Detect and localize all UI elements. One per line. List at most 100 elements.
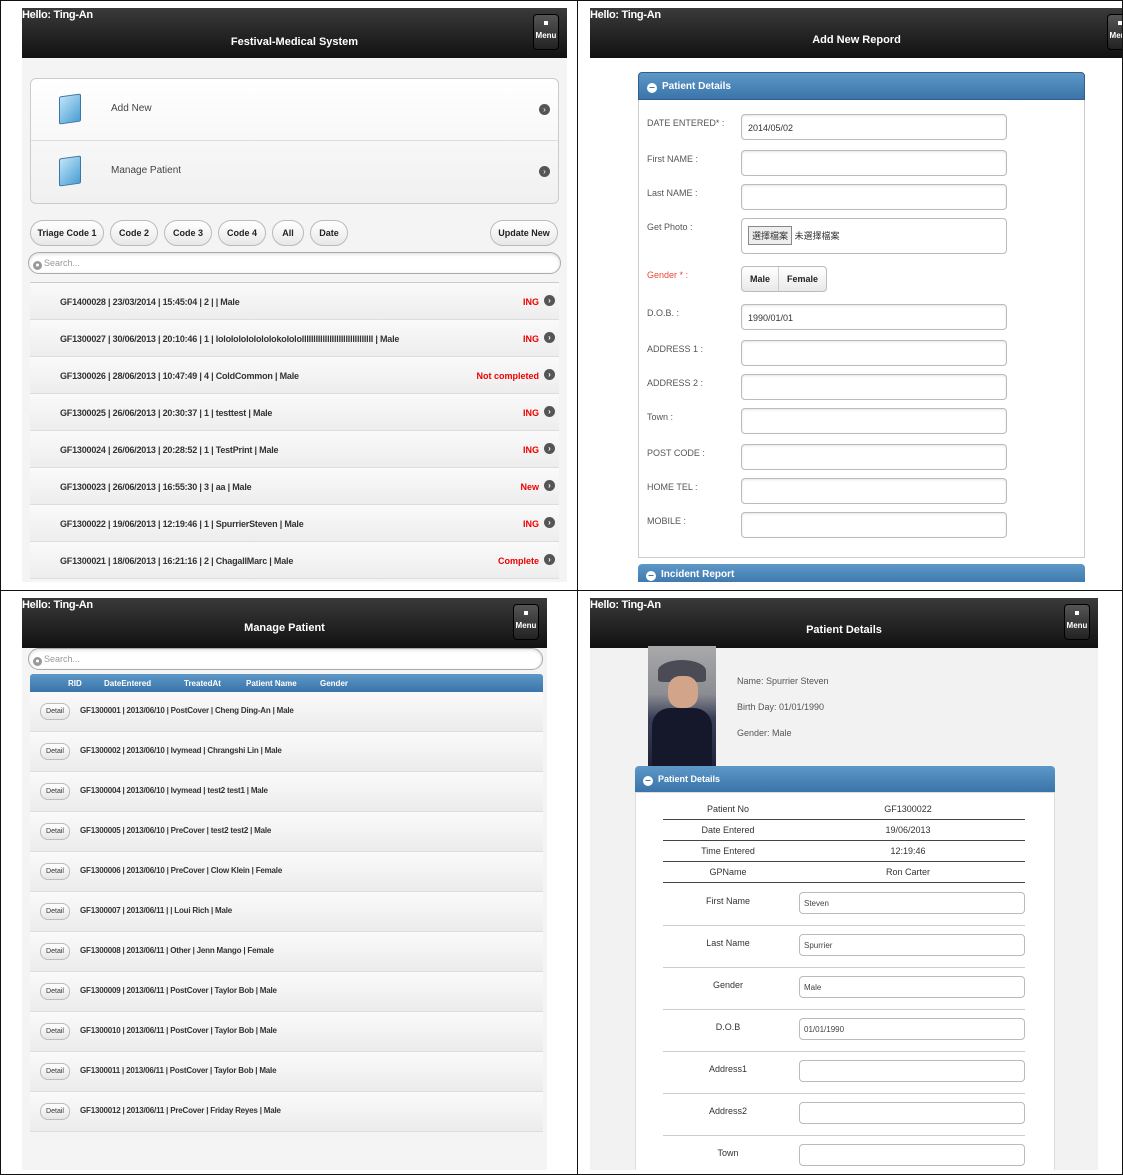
- list-item[interactable]: GF1300021 | 18/06/2013 | 16:21:16 | 2 | …: [30, 542, 559, 579]
- status-badge: Not completed: [476, 371, 539, 381]
- search-input[interactable]: ● Search...: [28, 252, 561, 274]
- nav-item-manage-patient[interactable]: Manage Patient ›: [31, 141, 558, 203]
- photo-shirt: [652, 708, 712, 766]
- detail-button[interactable]: Detail: [40, 943, 70, 960]
- list-item[interactable]: GF1300027 | 30/06/2013 | 20:10:46 | 1 | …: [30, 320, 559, 357]
- first-name-field[interactable]: [741, 150, 1007, 176]
- post-code-label: POST CODE :: [647, 448, 705, 458]
- filter-triage-code-1[interactable]: Triage Code 1: [30, 220, 104, 246]
- update-new-button[interactable]: Update New: [490, 220, 558, 246]
- list-item[interactable]: GF1400028 | 23/03/2014 | 15:45:04 | 2 | …: [30, 283, 559, 320]
- status-badge: ING: [522, 408, 539, 418]
- column-header: TreatedAt: [184, 679, 221, 688]
- table-row: Detail GF1300012 | 2013/06/11 | PreCover …: [30, 1092, 543, 1132]
- detail-row-time-entered: Time Entered 12:19:46: [663, 841, 1025, 862]
- list-item[interactable]: GF1300022 | 19/06/2013 | 12:19:46 | 1 | …: [30, 505, 559, 542]
- row-text: GF1300008 | 2013/06/11 | Other | Jenn Ma…: [80, 946, 274, 955]
- search-placeholder: Search...: [44, 654, 81, 664]
- town-field[interactable]: [799, 1144, 1025, 1166]
- address2-field[interactable]: [799, 1102, 1025, 1124]
- detail-button[interactable]: Detail: [40, 783, 70, 800]
- list-item[interactable]: GF1300025 | 26/06/2013 | 20:30:37 | 1 | …: [30, 394, 559, 431]
- row-text: GF1300025 | 26/06/2013 | 20:30:37 | 1 | …: [60, 408, 273, 418]
- field-row-gender: Gender Male: [663, 968, 1025, 1010]
- mobile-row: MOBILE :: [639, 512, 1084, 538]
- menu-button[interactable]: Menu: [1064, 604, 1090, 640]
- photo-file-input[interactable]: 選擇檔案 未選擇檔案: [741, 218, 1007, 254]
- filter-all[interactable]: All: [272, 220, 304, 246]
- gender-field[interactable]: Male: [799, 976, 1025, 998]
- address2-row: ADDRESS 2 :: [639, 374, 1084, 400]
- field-label: D.O.B: [715, 1022, 741, 1032]
- detail-button[interactable]: Detail: [40, 903, 70, 920]
- menu-icon: [1118, 21, 1122, 25]
- list-item[interactable]: GF1300026 | 28/06/2013 | 10:47:49 | 4 | …: [30, 357, 559, 394]
- row-text: GF1300027 | 30/06/2013 | 20:10:46 | 1 | …: [60, 334, 400, 344]
- filter-code-3[interactable]: Code 3: [164, 220, 212, 246]
- field-label: Address1: [708, 1064, 748, 1074]
- section-header[interactable]: – Patient Details: [638, 72, 1085, 100]
- filter-date[interactable]: Date: [310, 220, 348, 246]
- gender-male-option[interactable]: Male: [742, 267, 780, 291]
- nav-item-add-new[interactable]: Add New ›: [31, 79, 558, 141]
- menu-button[interactable]: Menu: [533, 14, 559, 50]
- row-text: GF1300011 | 2013/06/11 | PostCover | Tay…: [80, 1066, 277, 1075]
- field-row-address2: Address2: [663, 1094, 1025, 1136]
- list-item[interactable]: GF1300023 | 26/06/2013 | 16:55:30 | 3 | …: [30, 468, 559, 505]
- app-header: Hello: Ting-An Manage Patient Menu: [22, 598, 547, 648]
- app-header: Hello: Ting-An Patient Details Menu: [590, 598, 1098, 648]
- detail-button[interactable]: Detail: [40, 1023, 70, 1040]
- table-row: Detail GF1300006 | 2013/06/10 | PreCover …: [30, 852, 543, 892]
- post-code-field[interactable]: [741, 444, 1007, 470]
- page-title: Add New Repord: [812, 34, 901, 46]
- date-entered-field[interactable]: 2014/05/02: [741, 114, 1007, 140]
- patient-photo: [648, 646, 716, 766]
- home-tel-field[interactable]: [741, 478, 1007, 504]
- mobile-label: MOBILE :: [647, 516, 687, 526]
- detail-button[interactable]: Detail: [40, 1063, 70, 1080]
- menu-button[interactable]: Menu: [513, 604, 539, 640]
- section-title: Patient Details: [658, 774, 721, 784]
- search-icon: ●: [33, 657, 42, 666]
- choose-file-button[interactable]: 選擇檔案: [748, 226, 793, 245]
- post-code-row: POST CODE :: [639, 444, 1084, 470]
- panel-manage-patient: Hello: Ting-An Manage Patient Menu ● Sear…: [22, 598, 547, 1170]
- last-name-field[interactable]: [741, 184, 1007, 210]
- mobile-field[interactable]: [741, 512, 1007, 538]
- detail-button[interactable]: Detail: [40, 823, 70, 840]
- search-placeholder: Search...: [44, 258, 81, 268]
- detail-button[interactable]: Detail: [40, 743, 70, 760]
- list-item[interactable]: GF1300024 | 26/06/2013 | 20:28:52 | 1 | …: [30, 431, 559, 468]
- first-name-field[interactable]: Steven: [799, 892, 1025, 914]
- column-header: DateEntered: [104, 679, 152, 688]
- last-name-field[interactable]: Spurrier: [799, 934, 1025, 956]
- table-row: Detail GF1300009 | 2013/06/11 | PostCover…: [30, 972, 543, 1012]
- table-row: Detail GF1300004 | 2013/06/10 | Ivymead |…: [30, 772, 543, 812]
- incident-report-section-header[interactable]: – Incident Report: [638, 564, 1085, 582]
- status-badge: ING: [522, 334, 539, 344]
- address2-field[interactable]: [741, 374, 1007, 400]
- field-label: Address2: [708, 1106, 748, 1116]
- detail-button[interactable]: Detail: [40, 983, 70, 1000]
- town-field[interactable]: [741, 408, 1007, 434]
- patient-details-section: – Patient Details DATE ENTERED* : 2014/05/…: [638, 72, 1085, 558]
- detail-button[interactable]: Detail: [40, 703, 70, 720]
- dob-field[interactable]: 1990/01/01: [741, 304, 1007, 330]
- column-header: RID: [68, 679, 82, 688]
- menu-button[interactable]: Menu: [1107, 14, 1123, 50]
- filter-code-4[interactable]: Code 4: [218, 220, 266, 246]
- panel-add-report: Hello: Ting-An Add New Repord Menu –Pati…: [590, 8, 1123, 582]
- patient-list: GF1400028 | 23/03/2014 | 15:45:04 | 2 | …: [30, 282, 559, 579]
- search-input[interactable]: ● Search...: [28, 648, 543, 670]
- address1-field[interactable]: [741, 340, 1007, 366]
- detail-button[interactable]: Detail: [40, 1103, 70, 1120]
- gender-female-option[interactable]: Female: [779, 267, 826, 291]
- filter-code-2[interactable]: Code 2: [110, 220, 158, 246]
- field-row-address1: Address1: [663, 1052, 1025, 1094]
- address1-field[interactable]: [799, 1060, 1025, 1082]
- dob-field[interactable]: 01/01/1990: [799, 1018, 1025, 1040]
- section-title: Incident Report: [661, 569, 735, 580]
- detail-button[interactable]: Detail: [40, 863, 70, 880]
- patient-details-section-header[interactable]: – Patient Details: [635, 766, 1055, 792]
- last-name-row: Last NAME :: [639, 184, 1084, 210]
